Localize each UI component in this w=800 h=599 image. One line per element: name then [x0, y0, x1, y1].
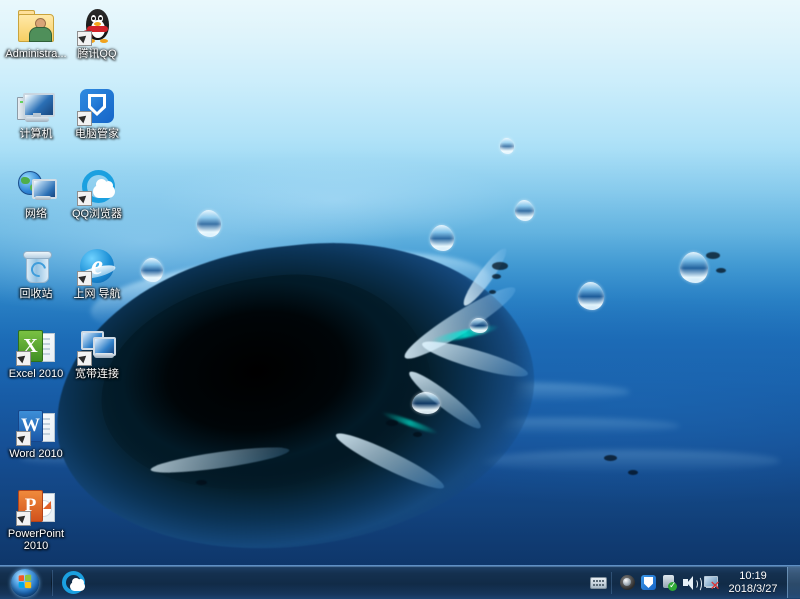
shortcut-arrow-icon — [77, 191, 92, 206]
desktop-icon-label: Excel 2010 — [8, 368, 64, 380]
desktop-icon-administrator[interactable]: Administra... — [3, 6, 69, 60]
desktop-icon-label: Administra... — [5, 48, 67, 60]
qq-browser-icon — [77, 166, 117, 206]
desktop-icon-powerpoint-2010[interactable]: P PowerPoint 2010 — [3, 486, 69, 552]
user-folder-icon — [16, 6, 56, 46]
desktop-icon-web-navigation[interactable]: e 上网 导航 — [64, 246, 130, 300]
network-globe-icon — [16, 166, 57, 206]
shortcut-arrow-icon — [16, 511, 31, 526]
desktop-icon-label: 计算机 — [19, 128, 53, 140]
internet-explorer-icon: e — [77, 246, 117, 286]
desktop-icon-broadband-connection[interactable]: 宽带连接 — [64, 326, 130, 380]
windows-logo-icon — [11, 568, 39, 597]
desktop-icon-word-2010[interactable]: W Word 2010 — [3, 406, 69, 460]
desktop-icon-label: 回收站 — [19, 288, 53, 300]
shortcut-arrow-icon — [77, 271, 92, 286]
desktop-icon-excel-2010[interactable]: X Excel 2010 — [3, 326, 69, 380]
broadband-connection-icon — [77, 326, 117, 366]
shortcut-arrow-icon — [16, 351, 31, 366]
clock-date: 2018/3/27 — [728, 582, 778, 595]
desktop-icon-label: 宽带连接 — [75, 368, 119, 380]
shortcut-arrow-icon — [77, 31, 92, 46]
desktop-icon-pc-manager[interactable]: 电脑管家 — [64, 86, 130, 140]
network-disconnected-icon[interactable]: ✕ — [702, 572, 721, 594]
desktop[interactable]: Administra... 腾讯QQ 计算机 电脑管家 网络 QQ浏览器 回收站… — [0, 0, 800, 599]
recycle-bin-icon — [16, 246, 56, 286]
desktop-icon-tencent-qq[interactable]: 腾讯QQ — [64, 6, 130, 60]
shortcut-arrow-icon — [16, 431, 31, 446]
desktop-icon-label: QQ浏览器 — [71, 208, 123, 220]
desktop-icon-label: 电脑管家 — [75, 128, 119, 140]
show-desktop-button[interactable] — [787, 567, 800, 598]
clock-time: 10:19 — [739, 569, 767, 582]
security-check-icon[interactable] — [660, 572, 679, 594]
desktop-icon-label: PowerPoint 2010 — [7, 528, 65, 552]
taskbar-separator — [51, 569, 52, 596]
desktop-icon-label: 上网 导航 — [73, 288, 121, 300]
excel-icon: X — [16, 326, 56, 366]
taskbar-item-qq-browser[interactable] — [55, 569, 91, 597]
taskbar[interactable]: ✕ 10:19 2018/3/27 — [0, 565, 800, 599]
desktop-icon-label: 腾讯QQ — [77, 48, 117, 60]
tray-divider — [611, 571, 612, 594]
desktop-icon-label: Word 2010 — [9, 448, 63, 460]
powerpoint-icon: P — [16, 486, 56, 526]
shield-icon[interactable] — [639, 572, 658, 594]
start-button[interactable] — [2, 567, 48, 598]
desktop-icon-network[interactable]: 网络 — [3, 166, 69, 220]
keyboard-icon[interactable] — [589, 572, 608, 594]
desktop-icon-qq-browser[interactable]: QQ浏览器 — [64, 166, 130, 220]
qq-browser-icon — [60, 570, 86, 596]
volume-icon[interactable] — [681, 572, 702, 594]
pc-manager-shield-icon — [77, 86, 117, 126]
desktop-icon-recycle-bin[interactable]: 回收站 — [3, 246, 69, 300]
qq-penguin-icon — [77, 6, 117, 46]
shortcut-arrow-icon — [77, 351, 92, 366]
computer-icon — [16, 86, 56, 126]
shortcut-arrow-icon — [77, 111, 92, 126]
qq-browser-tray-icon[interactable] — [618, 572, 637, 594]
system-tray[interactable]: ✕ 10:19 2018/3/27 — [588, 566, 800, 599]
desktop-icon-label: 网络 — [25, 208, 47, 220]
word-icon: W — [16, 406, 56, 446]
desktop-icon-computer[interactable]: 计算机 — [3, 86, 69, 140]
taskbar-clock[interactable]: 10:19 2018/3/27 — [722, 566, 784, 599]
